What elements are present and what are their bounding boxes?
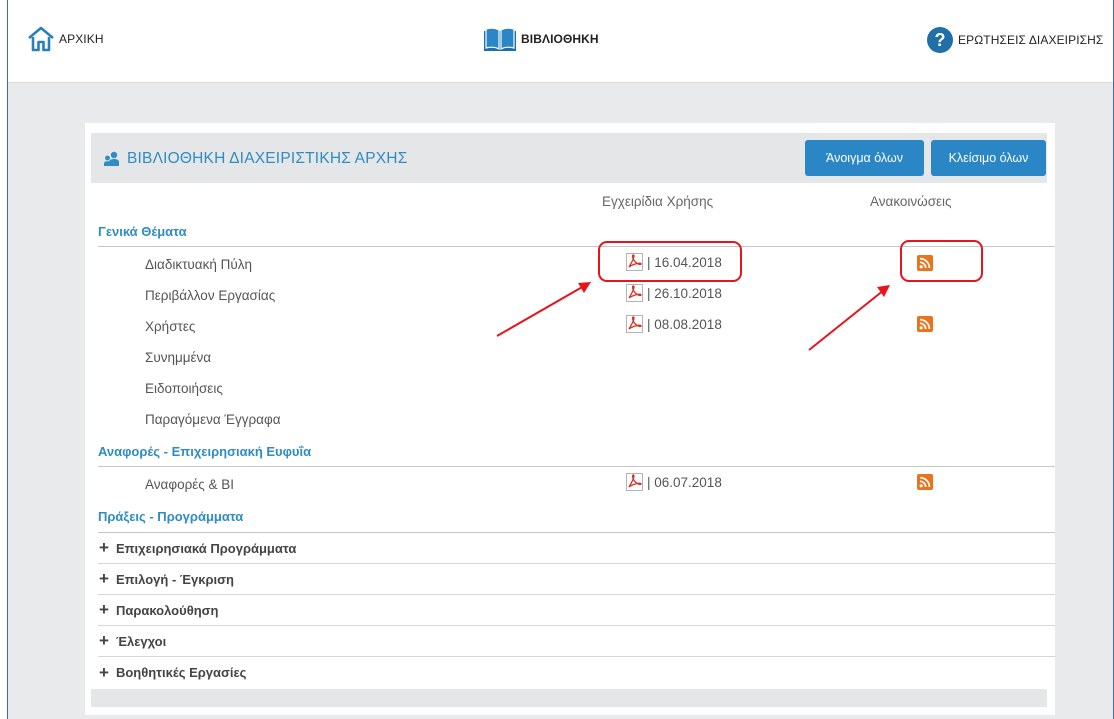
arrow-line (496, 285, 585, 337)
app-frame: ΑΡΧΙΚΗ ΒΙΒΛΙΟΘΗΚΗ ? ΕΡΩΤΗΣΕΙΣ ΔΙΑΧΕΙΡΙΣΗ… (7, 0, 1114, 719)
arrow-line (808, 289, 885, 351)
annotation-arrows (496, 282, 890, 351)
